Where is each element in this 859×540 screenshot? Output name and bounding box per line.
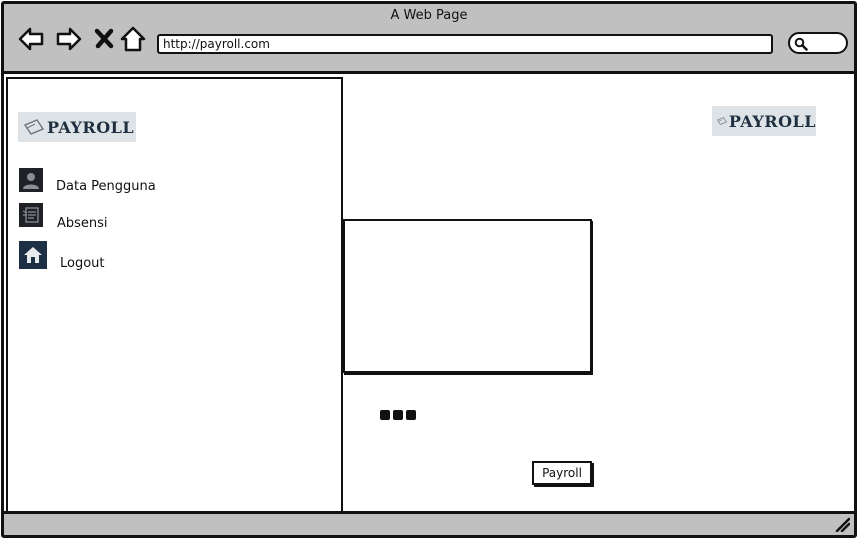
dot — [406, 410, 416, 420]
wallet-icon — [716, 117, 727, 125]
window-title: A Web Page — [390, 8, 468, 23]
sidebar-item-data-pengguna[interactable]: Data Pengguna — [56, 179, 156, 194]
home-icon[interactable] — [19, 241, 47, 269]
sidebar-item-absensi[interactable]: Absensi — [57, 216, 108, 231]
close-icon[interactable] — [90, 24, 120, 54]
back-arrow-icon[interactable] — [16, 24, 46, 54]
dot — [380, 410, 390, 420]
sidebar-panel: PAYROLL Data Pengguna Absensi Logout — [6, 77, 343, 516]
sidebar-logo-text: PAYROLL — [47, 117, 135, 137]
main-logo: PAYROLL — [712, 106, 816, 136]
home-icon[interactable] — [118, 24, 148, 54]
browser-statusbar — [4, 511, 854, 535]
browser-titlebar: A Web Page http://payroll.com — [4, 4, 854, 74]
sidebar-logo: PAYROLL — [18, 112, 136, 142]
document-list-icon[interactable] — [19, 203, 43, 227]
user-icon[interactable] — [19, 168, 43, 192]
search-icon — [794, 37, 808, 51]
payroll-button[interactable]: Payroll — [532, 461, 592, 485]
content-placeholder-box — [343, 219, 592, 373]
resize-grip-icon[interactable] — [834, 516, 850, 532]
main-logo-text: PAYROLL — [728, 111, 816, 131]
browser-window: A Web Page http://payroll.com PAYROLL Da… — [1, 1, 857, 538]
forward-arrow-icon[interactable] — [54, 24, 84, 54]
dot — [393, 410, 403, 420]
sidebar-item-logout[interactable]: Logout — [60, 256, 105, 271]
url-input[interactable]: http://payroll.com — [157, 34, 773, 54]
loading-dots — [380, 410, 416, 420]
search-input[interactable] — [788, 32, 848, 54]
wallet-icon — [23, 119, 45, 135]
